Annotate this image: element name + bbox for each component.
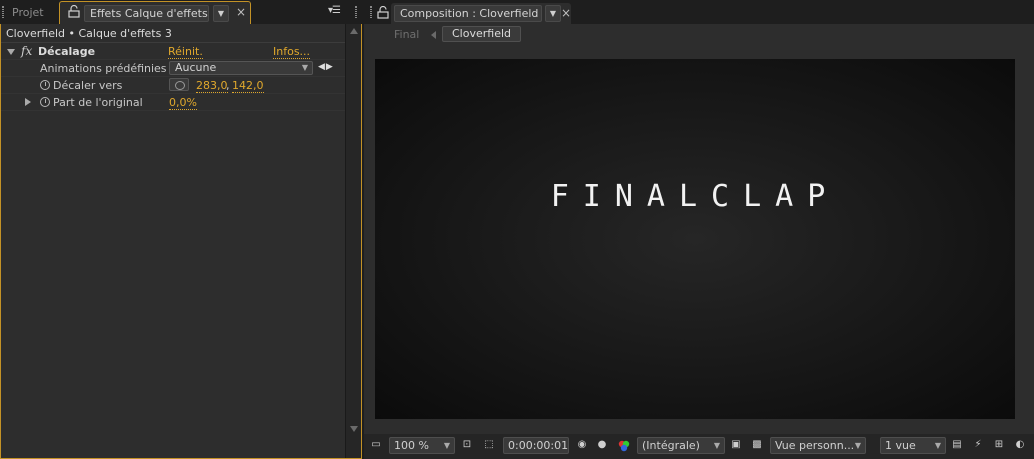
composition-area: Final Cloverfield FINALCLAP — [364, 24, 1034, 434]
chevron-down-icon: ▼ — [934, 441, 941, 450]
color-channels-icon[interactable] — [617, 439, 631, 453]
flowchart-icon[interactable]: ⊞ — [991, 438, 1007, 452]
effect-row: fx Décalage Réinit. Infos... — [1, 43, 345, 60]
region-of-interest-icon[interactable]: ▣ — [728, 438, 744, 452]
timecode-field[interactable]: 0:00:00:01 — [503, 437, 569, 454]
about-link[interactable]: Infos... — [273, 45, 311, 59]
safe-zones-icon[interactable]: ⬚ — [481, 438, 497, 452]
tab-effects-label: Effets Calque d'effets 3 — [84, 5, 209, 35]
views-dropdown[interactable]: 1 vue ▼ — [880, 437, 946, 454]
expand-triangle-icon[interactable] — [25, 98, 31, 106]
resolution-dropdown[interactable]: (Intégrale) ▼ — [637, 437, 725, 454]
chevron-down-icon: ▼ — [854, 441, 861, 450]
composition-panel: Composition : Cloverfield ▼ × Final Clov… — [364, 0, 1034, 459]
stopwatch-icon[interactable] — [40, 80, 50, 90]
tab-composition[interactable]: Composition : Cloverfield ▼ × — [391, 3, 571, 24]
always-preview-icon[interactable]: ▭ — [368, 438, 384, 452]
effects-body: Cloverfield • Calque d'effets 3 fx Décal… — [0, 24, 362, 459]
viewer-toolbar: ▭ 100 % ▼ ⊡ ⬚ 0:00:00:01 ◉ ● (Intégrale)… — [364, 434, 1034, 459]
tab-composition-dropdown[interactable]: ▼ — [545, 5, 561, 22]
chevron-down-icon: ▼ — [713, 441, 720, 450]
scroll-down-icon[interactable] — [350, 426, 358, 432]
lock-icon[interactable] — [68, 5, 80, 18]
tab-composition-label: Composition : Cloverfield — [394, 5, 542, 22]
close-icon[interactable]: × — [236, 5, 246, 19]
presets-row: Animations prédéfinies : Aucune ▼ ◀▶ — [1, 60, 345, 77]
reset-link[interactable]: Réinit. — [168, 45, 203, 59]
crosshair-button[interactable] — [169, 78, 189, 91]
grip-icon[interactable] — [355, 6, 357, 18]
show-snapshot-icon[interactable]: ● — [594, 438, 610, 452]
reset-exposure-icon[interactable]: ◐ — [1012, 438, 1028, 452]
grip-icon[interactable] — [370, 6, 372, 18]
nav-current[interactable]: Cloverfield — [442, 26, 522, 42]
blend-row: Part de l'original 0,0% — [1, 94, 345, 111]
stopwatch-icon[interactable] — [40, 97, 50, 107]
effect-name: Décalage — [38, 45, 96, 58]
comma-separator: , — [226, 79, 230, 92]
shift-row: Décaler vers 283,0 , 142,0 — [1, 77, 345, 94]
resolution-value: (Intégrale) — [642, 439, 700, 452]
composition-viewer[interactable]: FINALCLAP — [375, 59, 1015, 419]
panel-menu-icon[interactable]: ▾☰ — [328, 5, 341, 16]
viewer-text: FINALCLAP — [550, 179, 840, 214]
view-value: Vue personn... — [775, 439, 855, 452]
tab-effects-dropdown[interactable]: ▼ — [213, 5, 229, 22]
timeline-icon[interactable]: ▤ — [949, 438, 965, 452]
chevron-down-icon: ▼ — [443, 441, 450, 450]
view-dropdown[interactable]: Vue personn... ▼ — [770, 437, 866, 454]
camera-snapshot-icon[interactable]: ◉ — [574, 438, 590, 452]
transparency-grid-icon[interactable]: ▩ — [749, 438, 765, 452]
presets-dropdown[interactable]: Aucune ▼ — [169, 61, 313, 75]
fast-previews-icon[interactable]: ⚡ — [970, 438, 986, 452]
blend-value[interactable]: 0,0% — [169, 96, 197, 110]
zoom-dropdown[interactable]: 100 % ▼ — [389, 437, 455, 454]
fx-icon[interactable]: fx — [21, 44, 32, 58]
breadcrumb: Cloverfield • Calque d'effets 3 — [6, 27, 172, 40]
tab-effects[interactable]: Effets Calque d'effets 3 ▼ × — [59, 1, 251, 35]
collapse-triangle-icon[interactable] — [7, 49, 15, 55]
vertical-scrollbar[interactable] — [345, 24, 361, 458]
presets-value: Aucune — [175, 61, 217, 74]
nav-final[interactable]: Final — [394, 28, 419, 41]
shift-y-value[interactable]: 142,0 — [232, 79, 264, 93]
effects-panel: Projet Effets Calque d'effets 3 ▼ × ▾☰ C… — [0, 0, 362, 459]
nav-left-arrow-icon[interactable] — [431, 31, 436, 39]
presets-label: Animations prédéfinies : — [40, 62, 174, 75]
views-value: 1 vue — [885, 439, 916, 452]
left-tab-bar: Projet Effets Calque d'effets 3 ▼ × ▾☰ — [0, 0, 362, 35]
shift-label: Décaler vers — [53, 79, 123, 92]
fit-region-icon[interactable]: ⊡ — [459, 438, 475, 452]
blend-label: Part de l'original — [53, 96, 143, 109]
zoom-value: 100 % — [394, 439, 429, 452]
tab-projet[interactable]: Projet — [4, 4, 52, 22]
composition-navigator: Final Cloverfield — [364, 24, 1034, 46]
close-icon[interactable]: × — [561, 6, 571, 20]
chevron-down-icon: ▼ — [301, 63, 308, 72]
scroll-up-icon[interactable] — [350, 28, 358, 34]
lock-icon[interactable] — [377, 6, 389, 19]
shift-x-value[interactable]: 283,0 — [196, 79, 228, 93]
preset-nav-arrows-icon[interactable]: ◀▶ — [318, 62, 334, 72]
